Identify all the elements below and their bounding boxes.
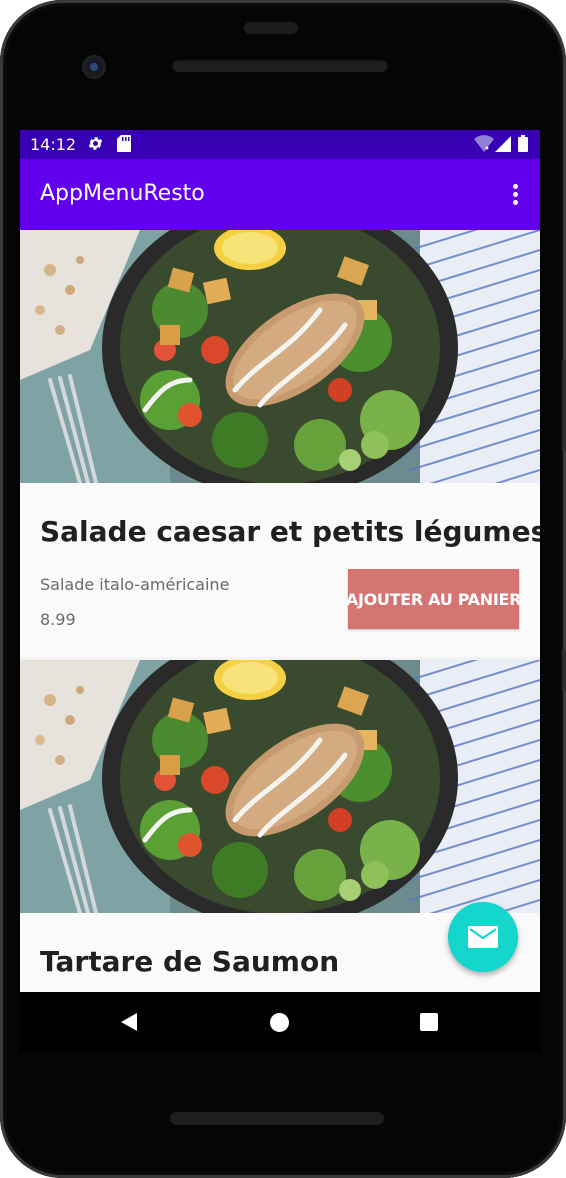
earpiece-grille: [172, 59, 388, 72]
battery-icon: [518, 135, 528, 156]
wifi-icon: [474, 135, 494, 156]
dish-image: [20, 660, 540, 913]
email-fab[interactable]: [448, 902, 518, 972]
add-to-cart-button[interactable]: AJOUTER AU PANIER: [346, 569, 521, 629]
sd-card-icon: [117, 135, 131, 156]
home-icon[interactable]: [270, 1013, 289, 1032]
app-bar: AppMenuResto: [20, 159, 540, 230]
side-button: [562, 360, 566, 450]
menu-list[interactable]: Salade caesar et petits légumes Salade i…: [20, 230, 540, 992]
system-nav-bar: [20, 992, 540, 1052]
bottom-speaker: [170, 1112, 384, 1125]
app-title: AppMenuResto: [40, 181, 205, 206]
status-time: 14:12: [30, 135, 77, 154]
app-screen: 14:12 AppMenuResto Salade caesar et peti…: [20, 130, 540, 992]
dish-price: 8.99: [40, 610, 76, 629]
dish-image: [20, 230, 540, 483]
front-camera: [82, 55, 106, 79]
menu-item-card: Salade caesar et petits légumes Salade i…: [20, 230, 540, 657]
status-bar: 14:12: [20, 130, 540, 159]
more-vert-icon[interactable]: [512, 184, 520, 206]
dish-title: Salade caesar et petits légumes: [40, 515, 540, 548]
signal-icon: [495, 135, 511, 156]
side-button: [562, 650, 566, 690]
card-body: Salade caesar et petits légumes Salade i…: [20, 483, 540, 657]
dish-title: Tartare de Saumon: [40, 945, 340, 978]
recents-icon[interactable]: [420, 1013, 438, 1031]
settings-icon: [87, 135, 104, 156]
top-speaker: [244, 22, 298, 34]
back-icon[interactable]: [119, 1012, 139, 1036]
email-icon: [468, 926, 498, 948]
dish-description: Salade italo-américaine: [40, 575, 230, 594]
